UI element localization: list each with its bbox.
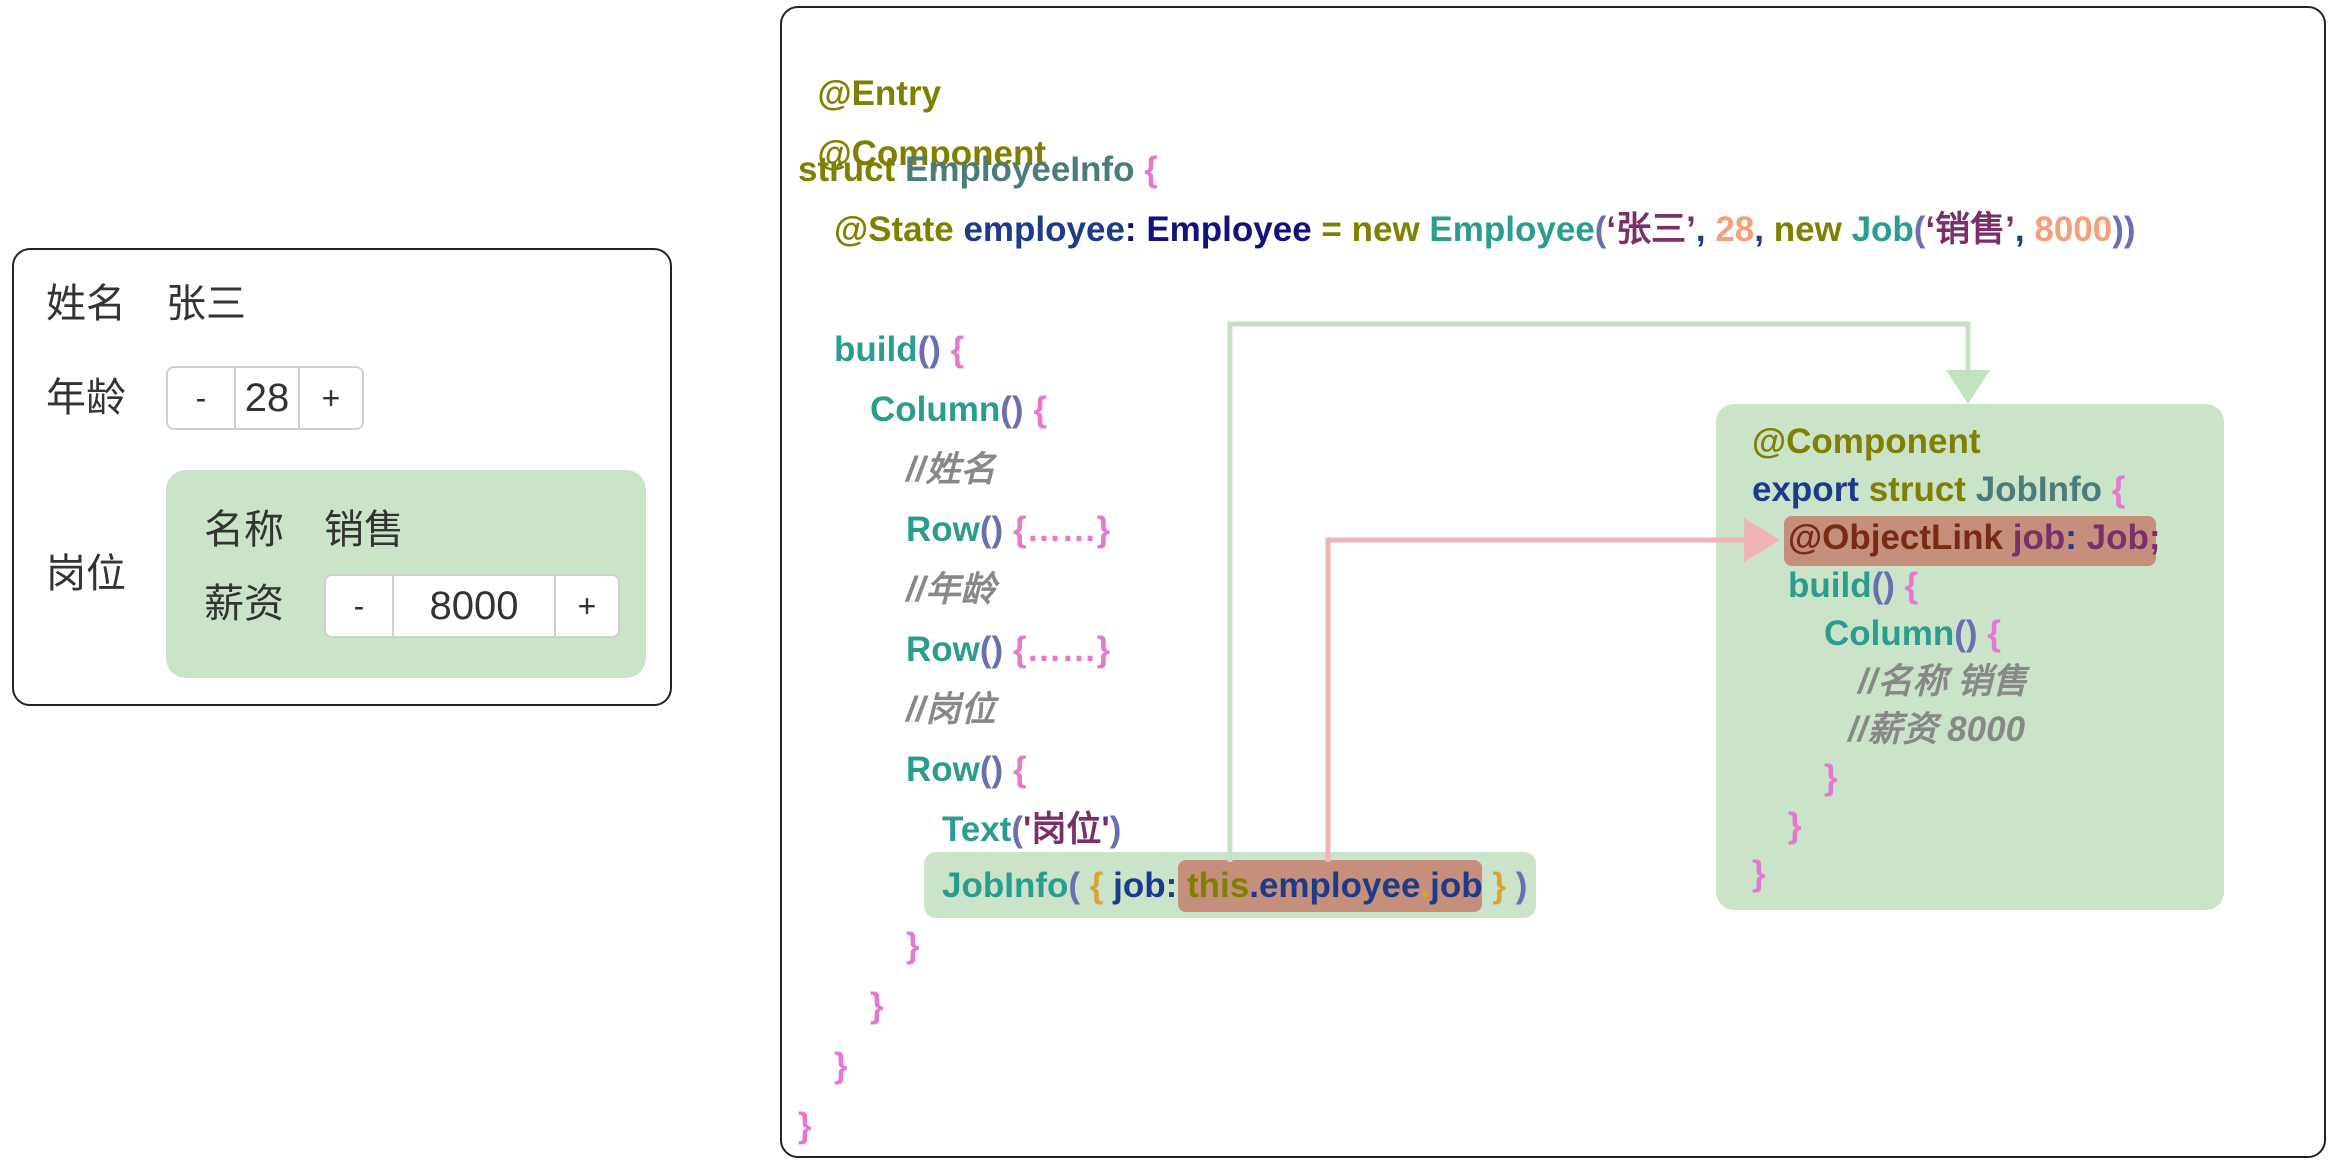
arg-age: 28 xyxy=(1715,210,1755,249)
arg-job-title: ‘销售’ xyxy=(1925,210,2015,249)
state-type: Employee xyxy=(1146,210,1312,249)
code-line-row-age: Row() {……} xyxy=(906,628,1110,672)
brace-close-row: } xyxy=(906,926,920,965)
code-line-row-job: Row() { xyxy=(906,748,1027,792)
job-ctor: Job xyxy=(1851,210,1914,249)
paren: ( xyxy=(1594,210,1607,249)
brace: { xyxy=(1987,614,2001,653)
sub-line-component: @Component xyxy=(1752,420,1981,464)
sub-line-objectlink: @ObjectLink job: Job; xyxy=(1788,516,2161,560)
build-fn: build xyxy=(1788,566,1872,605)
struct-name: EmployeeInfo xyxy=(904,150,1135,189)
code-line-column: Column() { xyxy=(870,388,1047,432)
text-arg: '岗位' xyxy=(1023,810,1110,849)
employee-ctor: Employee xyxy=(1429,210,1595,249)
code-line-state: @State employee: Employee = new Employee… xyxy=(834,208,2136,252)
parens: () xyxy=(979,630,1004,669)
jobinfo-fn: JobInfo xyxy=(942,866,1069,905)
paren: ( xyxy=(1068,866,1081,905)
code-line-jobinfo: JobInfo( { job: this.employee.job } ) xyxy=(942,864,1527,908)
sub-struct-name: JobInfo xyxy=(1975,470,2103,509)
brace: { xyxy=(1033,390,1047,429)
this-keyword: this xyxy=(1187,866,1250,905)
brace-close-build: } xyxy=(834,1046,848,1085)
state-var: employee xyxy=(963,210,1125,249)
green-arrow-head xyxy=(1946,370,1990,404)
paren-close: )) xyxy=(2112,210,2136,249)
sub-component-decorator: @Component xyxy=(1752,422,1981,461)
job-type: Job; xyxy=(2086,518,2161,557)
objectlink-decorator: @ObjectLink xyxy=(1788,518,2003,557)
arg-name: ‘张三’ xyxy=(1606,210,1696,249)
parens: () xyxy=(1000,390,1024,429)
row-fn: Row xyxy=(906,510,980,549)
colon: : xyxy=(1124,210,1137,249)
brace: { xyxy=(1144,150,1158,189)
parens: () xyxy=(1871,566,1895,605)
brace: { xyxy=(1012,750,1027,789)
sub-brace-close-build: } xyxy=(1788,806,1802,845)
text-fn: Text xyxy=(942,810,1012,849)
job-var: job xyxy=(2012,518,2066,557)
red-arrow-head xyxy=(1744,518,1780,562)
job-key: job xyxy=(1113,866,1166,905)
comment-job: //岗位 xyxy=(906,690,996,729)
comma: , xyxy=(2014,210,2025,249)
ellipsis-block: {……} xyxy=(1012,510,1111,549)
colon: : xyxy=(2065,518,2077,557)
dot: . xyxy=(1420,866,1431,905)
brace: { xyxy=(950,330,965,369)
dot: . xyxy=(1249,866,1259,905)
code-line-struct: struct EmployeeInfo { xyxy=(798,148,1158,192)
comment-salary: //薪资 8000 xyxy=(1848,710,2026,749)
paren: ) xyxy=(1515,866,1528,905)
arg-salary: 8000 xyxy=(2034,210,2113,249)
brace: { xyxy=(1089,866,1104,905)
parens: () xyxy=(917,330,941,369)
connector-arrows xyxy=(1227,321,1990,862)
parens: () xyxy=(979,750,1004,789)
paren: ) xyxy=(1109,810,1122,849)
parens: () xyxy=(1954,614,1978,653)
sub-brace-close-column: } xyxy=(1824,758,1838,797)
column-fn: Column xyxy=(1824,614,1955,653)
code-line-build: build() { xyxy=(834,328,964,372)
row-fn: Row xyxy=(906,630,980,669)
brace: } xyxy=(1492,866,1507,905)
struct-keyword: struct xyxy=(1868,470,1966,509)
brace-close-struct: } xyxy=(798,1106,812,1145)
code-line-row-name: Row() {……} xyxy=(906,508,1110,552)
comma: , xyxy=(1754,210,1765,249)
column-fn: Column xyxy=(870,390,1001,429)
sub-line-column: Column() { xyxy=(1824,612,2001,656)
sub-line-build: build() { xyxy=(1788,564,1918,608)
equals: = xyxy=(1321,210,1342,249)
comment-age: //年龄 xyxy=(906,570,996,609)
brace: { xyxy=(1904,566,1919,605)
red-arrow-line xyxy=(1325,537,1746,862)
code-line-text: Text('岗位') xyxy=(942,808,1121,852)
colon: : xyxy=(1165,866,1178,905)
comment-title: //名称 销售 xyxy=(1858,662,2028,701)
struct-keyword: struct xyxy=(798,150,896,189)
sub-line-struct: export struct JobInfo { xyxy=(1752,468,2125,512)
paren: ( xyxy=(1913,210,1926,249)
export-keyword: export xyxy=(1752,470,1859,509)
paren: ( xyxy=(1011,810,1024,849)
state-decorator: @State xyxy=(834,210,954,249)
job-prop: job xyxy=(1430,866,1483,905)
comment-name: //姓名 xyxy=(906,450,996,489)
brace: { xyxy=(2111,470,2126,509)
new-keyword: new xyxy=(1351,210,1420,249)
parens: () xyxy=(979,510,1004,549)
build-fn: build xyxy=(834,330,918,369)
brace-close-column: } xyxy=(870,986,884,1025)
sub-brace-close-struct: } xyxy=(1752,854,1766,893)
ellipsis-block: {……} xyxy=(1012,630,1111,669)
new-keyword: new xyxy=(1773,210,1842,249)
employee-prop: employee xyxy=(1258,866,1421,905)
row-fn: Row xyxy=(906,750,980,789)
comma: , xyxy=(1695,210,1706,249)
